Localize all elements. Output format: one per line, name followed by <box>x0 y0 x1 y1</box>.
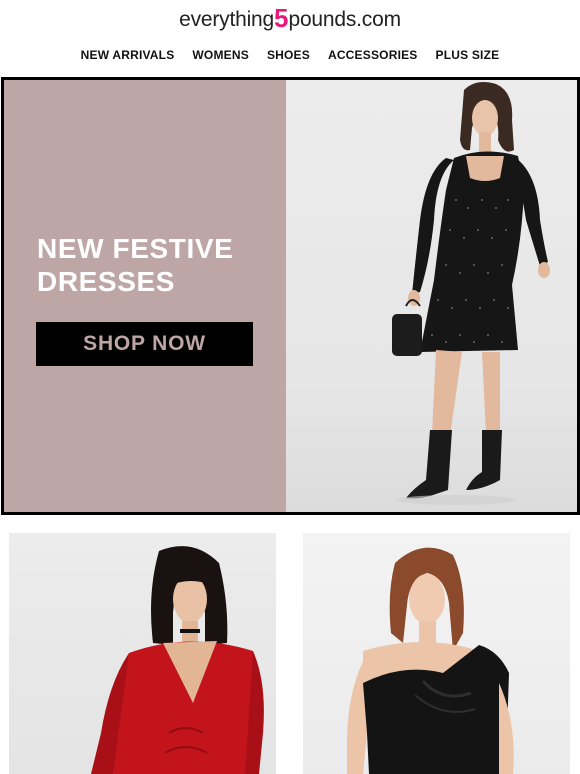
hero-model-photo <box>286 80 577 512</box>
nav-item-plus-size[interactable]: PLUS SIZE <box>436 48 500 62</box>
shop-now-button[interactable]: SHOP NOW <box>36 322 253 366</box>
brand-logo[interactable]: everything5pounds.com <box>0 2 580 33</box>
hero-title-line2: DRESSES <box>37 266 176 297</box>
logo-text-prefix: everything <box>179 8 274 31</box>
nav-item-womens[interactable]: WOMENS <box>192 48 249 62</box>
product-tile-red-dress[interactable] <box>9 533 276 774</box>
hero-title: NEW FESTIVE DRESSES <box>37 232 277 298</box>
logo-number: 5 <box>274 3 289 33</box>
hero-title-line1: NEW FESTIVE <box>37 233 234 264</box>
nav-item-new-arrivals[interactable]: NEW ARRIVALS <box>81 48 175 62</box>
product-image-red-dress <box>91 546 264 774</box>
logo-text-suffix: pounds.com <box>288 8 401 31</box>
nav-item-accessories[interactable]: ACCESSORIES <box>328 48 418 62</box>
nav-item-shoes[interactable]: SHOES <box>267 48 310 62</box>
main-nav: NEW ARRIVALS WOMENS SHOES ACCESSORIES PL… <box>0 48 580 62</box>
product-tile-black-dress[interactable] <box>303 533 570 774</box>
product-image-black-dress <box>347 547 514 774</box>
hero-banner[interactable]: NEW FESTIVE DRESSES SHOP NOW <box>1 77 580 515</box>
hero-text-panel: NEW FESTIVE DRESSES SHOP NOW <box>4 80 286 512</box>
